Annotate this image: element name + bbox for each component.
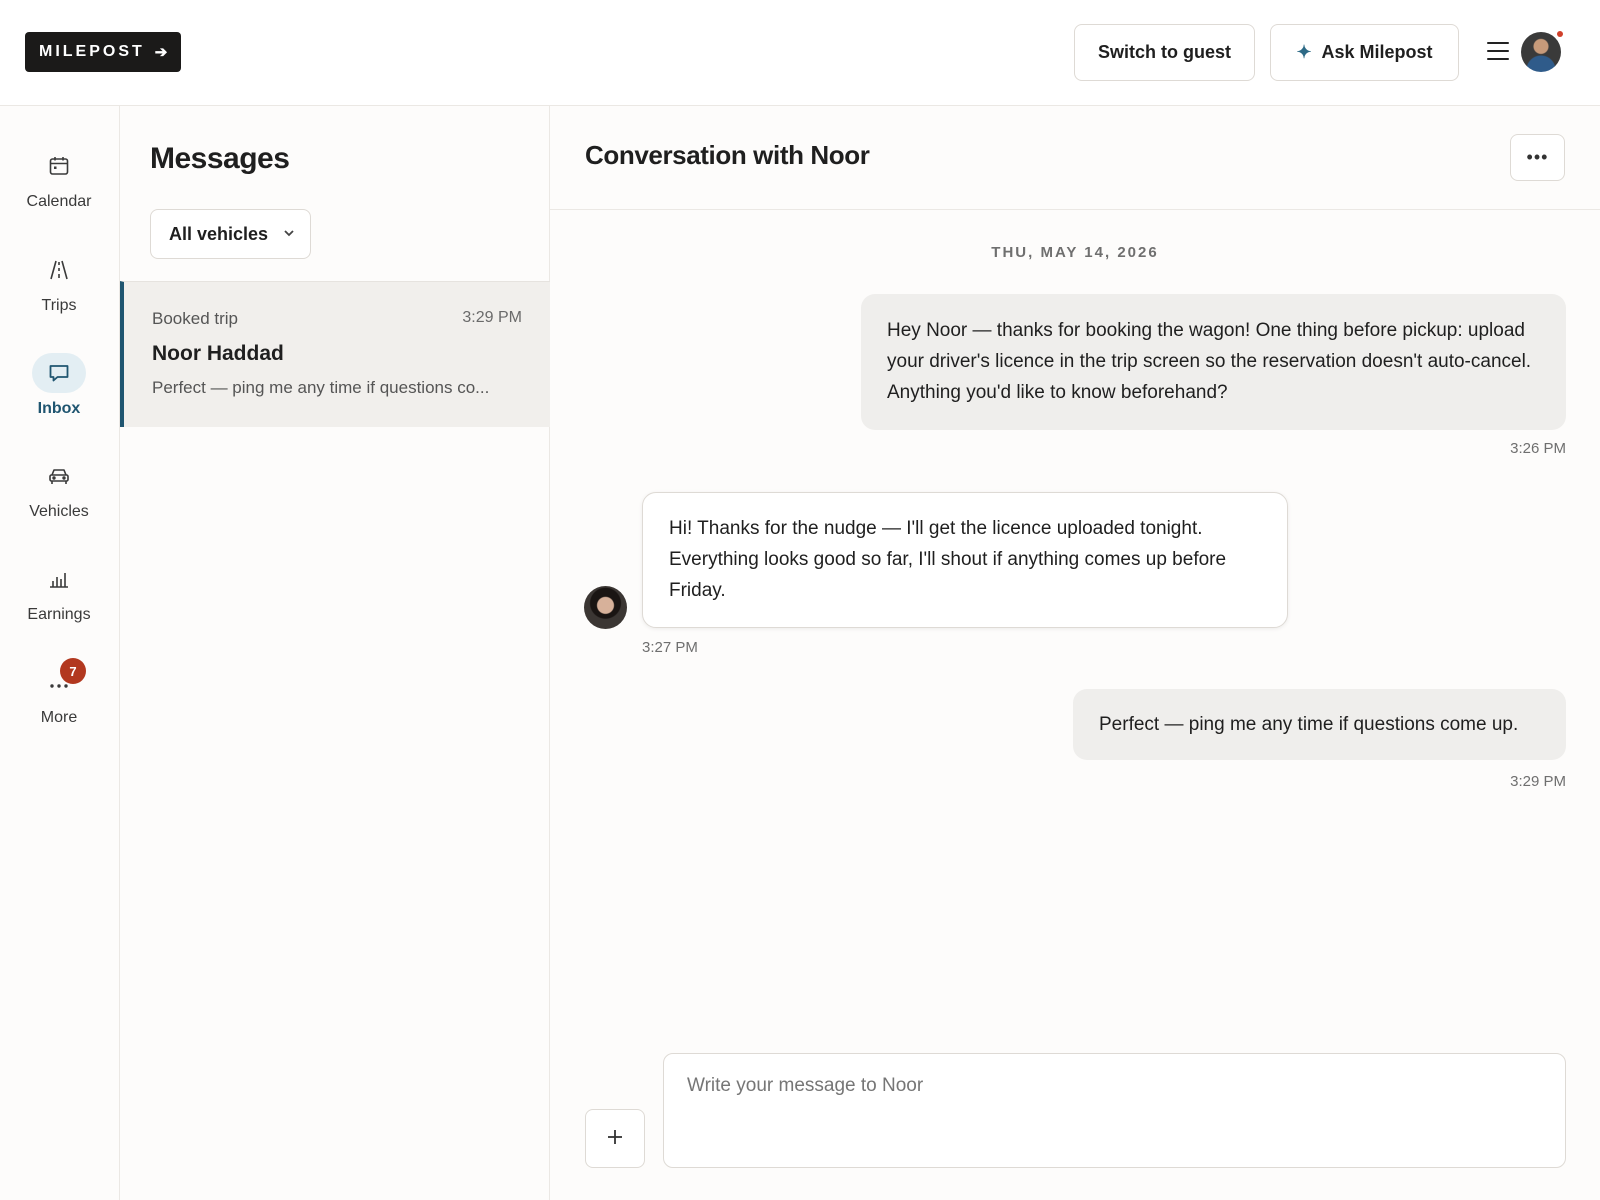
switch-to-guest-label: Switch to guest [1097,42,1231,62]
logo-text: MILEPOST [39,43,145,60]
message-input[interactable] [663,1053,1566,1168]
chevron-down-icon [282,226,296,243]
plus-icon [605,1123,625,1154]
vehicle-filter-label: All vehicles [169,223,269,244]
car-icon [32,456,86,496]
bar-chart-icon [32,559,86,599]
message-time: 3:27 PM [642,639,698,656]
message-time: 3:29 PM [1510,773,1566,790]
date-separator: THU, MAY 14, 2026 [991,244,1159,261]
notification-badge: 7 [60,658,86,684]
message-bubble-outgoing: Hey Noor — thanks for booking the wagon!… [861,294,1566,430]
nav-label-more: More [40,709,78,726]
chat-icon [32,353,86,393]
switch-to-guest-button[interactable]: Switch to guest [1074,24,1255,81]
road-icon [32,250,86,290]
vehicle-filter-dropdown[interactable]: All vehicles [150,209,311,259]
add-attachment-button[interactable] [585,1109,645,1168]
milepost-logo[interactable]: MILEPOST ➔ [25,32,182,72]
message-bubble-outgoing: Perfect — ping me any time if questions … [1073,689,1566,760]
calendar-icon [32,146,86,186]
user-avatar[interactable] [1521,32,1561,72]
conversation-header: Conversation with Noor ••• [550,106,1600,210]
thread-time: 3:29 PM [462,309,522,326]
nav-label-earnings: Earnings [27,606,91,623]
messages-title: Messages [150,142,290,175]
contact-avatar [584,586,627,629]
nav-label-trips: Trips [41,297,77,314]
nav-item-more[interactable]: 7 More [0,658,118,748]
nav-item-vehicles[interactable]: Vehicles [0,456,118,542]
side-nav-rail: Calendar Trips Inbox Vehicles Earnings 7… [0,106,120,1200]
notification-dot [1557,31,1563,37]
conversation-options-button[interactable]: ••• [1510,134,1565,181]
nav-item-trips[interactable]: Trips [0,250,118,336]
nav-item-calendar[interactable]: Calendar [0,146,118,232]
thread-preview: Perfect — ping me any time if questions … [152,378,490,397]
conversation-title: Conversation with Noor [585,140,870,170]
nav-item-inbox[interactable]: Inbox [0,353,118,439]
message-time: 3:26 PM [1510,440,1566,457]
top-header: MILEPOST ➔ Switch to guest ✦ Ask Milepos… [0,0,1600,106]
thread-item[interactable]: Booked trip 3:29 PM Noor Haddad Perfect … [120,281,550,427]
messages-list-panel: Messages All vehicles Booked trip 3:29 P… [120,106,550,1200]
sparkle-icon: ✦ [1296,42,1312,62]
hamburger-icon[interactable] [1487,42,1509,60]
arrow-right-icon: ➔ [154,44,168,61]
more-horizontal-icon: ••• [1526,147,1549,167]
message-bubble-incoming: Hi! Thanks for the nudge — I'll get the … [642,492,1288,628]
nav-item-earnings[interactable]: Earnings [0,559,118,645]
thread-status: Booked trip [152,309,238,328]
conversation-panel: Conversation with Noor ••• THU, MAY 14, … [550,106,1600,1200]
nav-label-vehicles: Vehicles [29,503,89,520]
more-dots-icon: 7 [32,658,86,702]
ask-milepost-label: Ask Milepost [1321,42,1433,62]
nav-label-inbox: Inbox [37,400,81,417]
nav-label-calendar: Calendar [26,193,92,210]
thread-contact-name: Noor Haddad [152,342,284,365]
ask-milepost-button[interactable]: ✦ Ask Milepost [1270,24,1459,81]
